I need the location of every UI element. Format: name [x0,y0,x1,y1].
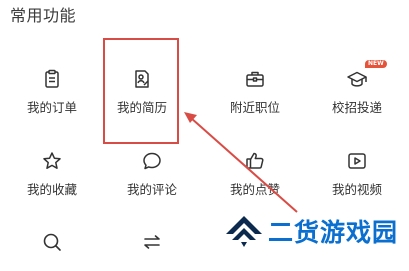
thumbs-up-icon [244,150,266,172]
menu-item-switch[interactable] [102,231,202,271]
menu-item-nearby-jobs[interactable]: 附近职位 [205,68,305,115]
swap-arrows-icon [141,231,163,253]
menu-item-search[interactable] [2,231,102,271]
menu-item-my-orders[interactable]: 我的订单 [2,68,102,115]
search-icon [41,231,63,253]
watermark: 二货游戏园 [224,212,398,250]
section-title: 常用功能 [10,6,77,25]
menu-item-my-comments[interactable]: 我的评论 [102,150,202,197]
briefcase-icon [244,68,266,90]
graduation-cap-icon [346,68,368,90]
menu-item-my-videos[interactable]: 我的视频 [307,150,407,197]
video-play-icon [346,150,368,172]
new-badge: NEW [365,60,387,68]
menu-item-label: 我的点赞 [229,182,280,197]
menu-item-label: 我的视频 [331,182,382,197]
menu-item-campus-recruit[interactable]: NEW 校招投递 [307,60,407,115]
menu-item-label: 附近职位 [229,100,280,115]
clipboard-icon [41,68,63,90]
menu-item-label: 我的订单 [26,100,77,115]
menu-item-label: 我的收藏 [26,182,77,197]
menu-item-label: 我的评论 [126,182,177,197]
menu-item-my-likes[interactable]: 我的点赞 [205,150,305,197]
watermark-logo-icon [224,214,264,248]
highlight-box [103,38,179,144]
speech-bubble-icon [141,150,163,172]
menu-item-my-favorites[interactable]: 我的收藏 [2,150,102,197]
star-icon [41,150,63,172]
menu-item-label: 校招投递 [331,100,382,115]
watermark-text: 二货游戏园 [268,218,399,247]
